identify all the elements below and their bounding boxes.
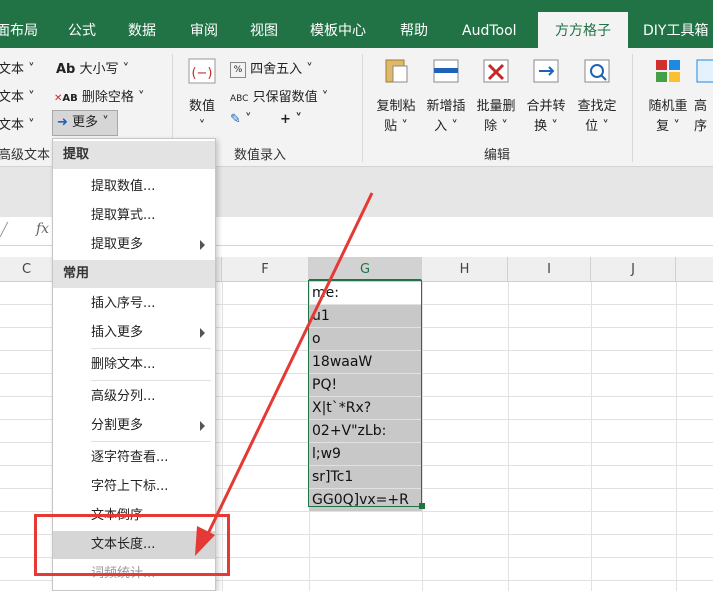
- annotation-arrow-icon: [195, 192, 374, 556]
